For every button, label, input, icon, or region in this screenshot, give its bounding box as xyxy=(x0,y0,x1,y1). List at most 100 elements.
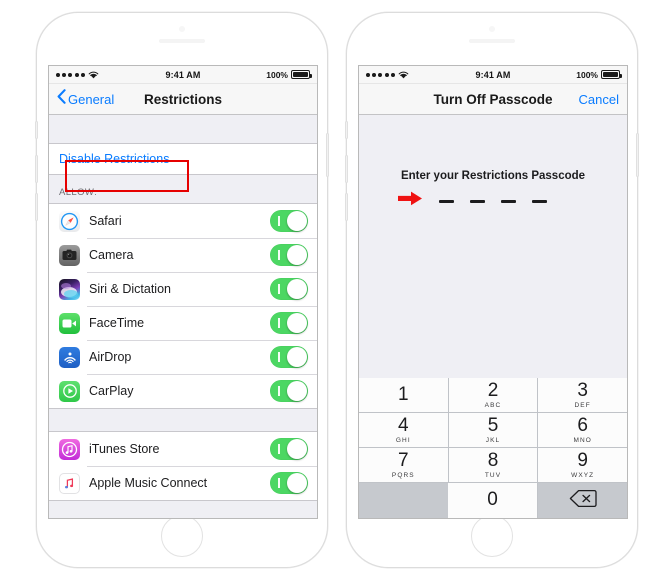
carplay-icon xyxy=(59,380,80,402)
silent-switch[interactable] xyxy=(35,121,38,139)
key-9[interactable]: 9 WXYZ xyxy=(538,448,627,483)
key-letters: JKL xyxy=(485,436,501,444)
back-button-label: General xyxy=(68,91,115,107)
allow-section-header: ALLOW: xyxy=(59,187,98,198)
delete-backspace-icon xyxy=(569,489,597,513)
key-6[interactable]: 6 MNO xyxy=(538,413,627,448)
passcode-dash xyxy=(439,200,454,203)
row-label: AirDrop xyxy=(89,350,132,364)
row-label: Camera xyxy=(89,248,134,262)
volume-up-button[interactable] xyxy=(35,155,38,183)
key-letters: MNO xyxy=(573,436,592,444)
status-time: 9:41 AM xyxy=(165,69,201,80)
key-letters: ABC xyxy=(484,401,502,409)
disable-restrictions-label: Disable Restrictions xyxy=(59,152,170,166)
row-label: Apple Music Connect xyxy=(89,476,208,490)
keypad-row: 4 GHI 5 JKL 6 MNO xyxy=(359,413,627,448)
toggle-airdrop[interactable] xyxy=(270,346,308,368)
home-button[interactable] xyxy=(471,515,513,557)
row-label: FaceTime xyxy=(89,316,145,330)
key-5[interactable]: 5 JKL xyxy=(448,413,539,448)
store-group: iTunes Store Apple Music Connect xyxy=(49,431,317,501)
row-siri-dictation[interactable]: Siri & Dictation xyxy=(49,272,317,306)
front-camera-icon xyxy=(489,26,495,32)
key-delete[interactable] xyxy=(538,483,627,518)
front-camera-icon xyxy=(179,26,185,32)
iphone-left: 9:41 AM 100% General Restrictions Disabl… xyxy=(35,12,329,568)
toggle-apple-music-connect[interactable] xyxy=(270,472,308,494)
volume-up-button[interactable] xyxy=(345,155,348,183)
row-airdrop[interactable]: AirDrop xyxy=(49,340,317,374)
key-number: 3 xyxy=(577,380,588,402)
key-2[interactable]: 2 ABC xyxy=(448,378,539,413)
key-letters: DEF xyxy=(574,401,591,409)
power-button[interactable] xyxy=(326,133,329,177)
toggle-safari[interactable] xyxy=(270,210,308,232)
row-apple-music-connect[interactable]: Apple Music Connect xyxy=(49,466,317,500)
key-letters: GHI xyxy=(395,436,411,444)
key-0[interactable]: 0 xyxy=(448,483,538,518)
power-button[interactable] xyxy=(636,133,639,177)
key-number: 4 xyxy=(398,415,409,437)
iphone-right: 9:41 AM 100% Turn Off Passcode Cancel En… xyxy=(345,12,639,568)
row-itunes-store[interactable]: iTunes Store xyxy=(49,432,317,466)
settings-list[interactable]: Disable Restrictions ALLOW: Safari Camer… xyxy=(49,115,317,518)
row-camera[interactable]: Camera xyxy=(49,238,317,272)
key-letters: WXYZ xyxy=(571,471,595,479)
passcode-entry-area: Enter your Restrictions Passcode xyxy=(359,115,627,378)
back-button-general[interactable]: General xyxy=(57,89,114,109)
toggle-facetime[interactable] xyxy=(270,312,308,334)
keypad-row: 7 PQRS 8 TUV 9 WXYZ xyxy=(359,448,627,483)
itunes-store-icon xyxy=(59,438,80,460)
key-8[interactable]: 8 TUV xyxy=(448,448,539,483)
key-number: 9 xyxy=(577,450,588,472)
cancel-button[interactable]: Cancel xyxy=(579,92,619,107)
toggle-itunes-store[interactable] xyxy=(270,438,308,460)
status-bar-right: 9:41 AM 100% xyxy=(359,66,627,84)
left-screen: 9:41 AM 100% General Restrictions Disabl… xyxy=(48,65,318,519)
toggle-siri-dictation[interactable] xyxy=(270,278,308,300)
key-7[interactable]: 7 PQRS xyxy=(359,448,449,483)
screenshot-stage: 9:41 AM 100% General Restrictions Disabl… xyxy=(0,0,660,580)
toggle-camera[interactable] xyxy=(270,244,308,266)
safari-icon xyxy=(59,210,80,232)
row-safari[interactable]: Safari xyxy=(49,204,317,238)
keypad-row: 0 xyxy=(359,483,627,518)
key-blank xyxy=(359,483,448,518)
passcode-dash xyxy=(501,200,516,203)
key-number: 6 xyxy=(577,415,588,437)
key-number: 8 xyxy=(487,450,499,472)
volume-down-button[interactable] xyxy=(35,193,38,221)
airdrop-icon xyxy=(59,346,80,368)
key-4[interactable]: 4 GHI xyxy=(359,413,449,448)
disable-restrictions-group: Disable Restrictions xyxy=(49,143,317,175)
key-number: 2 xyxy=(487,380,499,402)
key-number: 7 xyxy=(398,450,409,472)
home-button[interactable] xyxy=(161,515,203,557)
row-label: Safari xyxy=(89,214,122,228)
key-letters: PQRS xyxy=(391,471,415,479)
row-facetime[interactable]: FaceTime xyxy=(49,306,317,340)
volume-down-button[interactable] xyxy=(345,193,348,221)
toggle-carplay[interactable] xyxy=(270,380,308,402)
facetime-icon xyxy=(59,312,80,334)
list-top-spacer xyxy=(49,115,317,143)
key-1[interactable]: 1 xyxy=(359,378,449,413)
apple-music-connect-icon xyxy=(59,472,80,494)
key-3[interactable]: 3 DEF xyxy=(538,378,627,413)
section-spacer xyxy=(49,409,317,431)
allow-group: Safari Camera Siri & Dictation FaceTime … xyxy=(49,203,317,409)
disable-restrictions-row[interactable]: Disable Restrictions xyxy=(49,144,317,174)
earpiece-speaker xyxy=(159,39,205,43)
passcode-dash xyxy=(532,200,547,203)
passcode-prompt: Enter your Restrictions Passcode xyxy=(400,170,586,182)
camera-icon xyxy=(59,244,80,266)
row-label: Siri & Dictation xyxy=(89,282,171,296)
row-label: iTunes Store xyxy=(89,442,160,456)
row-carplay[interactable]: CarPlay xyxy=(49,374,317,408)
right-screen: 9:41 AM 100% Turn Off Passcode Cancel En… xyxy=(358,65,628,519)
key-number: 5 xyxy=(487,415,499,437)
battery-full-icon xyxy=(601,70,622,79)
key-letters: TUV xyxy=(484,471,502,479)
silent-switch[interactable] xyxy=(345,121,348,139)
